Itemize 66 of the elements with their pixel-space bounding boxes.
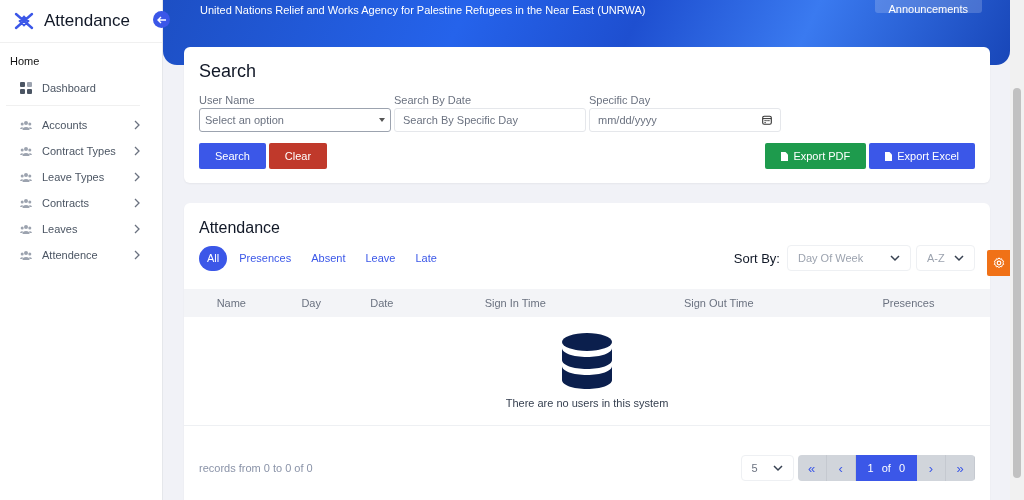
column-header: Sign In Time	[419, 289, 611, 317]
input-field[interactable]: Search By Specific Day	[394, 108, 586, 132]
nav-item[interactable]: Contracts	[0, 190, 162, 216]
filter-tab[interactable]: Absent	[303, 245, 354, 271]
users-icon	[20, 224, 32, 234]
users-icon	[20, 146, 32, 156]
settings-button[interactable]	[987, 250, 1010, 276]
action-button[interactable]: Clear	[268, 143, 328, 169]
chevron-down-icon	[772, 463, 783, 473]
logo-icon	[14, 11, 34, 31]
nav-item[interactable]: Leave Types	[0, 164, 162, 190]
card-title: Attendance	[198, 219, 281, 237]
first-page-button[interactable]: «	[797, 455, 827, 481]
users-icon	[20, 250, 32, 260]
column-header: Name	[184, 289, 279, 317]
announcements-button[interactable]: Announcements	[874, 0, 982, 13]
nav-item[interactable]: Dashboard	[0, 75, 162, 101]
nav-item[interactable]: Leaves	[0, 216, 162, 242]
app-title: Attendance	[44, 11, 130, 31]
total-pages: 0	[898, 462, 905, 474]
file-icon	[885, 151, 893, 161]
empty-message: There are no users in this system	[505, 397, 669, 409]
arrow-left-icon	[156, 14, 167, 25]
last-page-button[interactable]: »	[946, 455, 975, 481]
users-icon	[20, 198, 32, 208]
chevron-down-icon	[954, 253, 964, 263]
field-label: Search By Date	[394, 94, 473, 106]
nav-item[interactable]: Attendence	[0, 242, 162, 268]
section-label: Home	[9, 54, 41, 69]
card-title: Search	[199, 61, 258, 82]
column-header: Day	[278, 289, 344, 317]
users-icon	[20, 120, 32, 130]
filter-tab[interactable]: Presences	[231, 245, 300, 271]
sort-label: Sort By:	[733, 250, 780, 266]
filter-tab[interactable]: Late	[407, 245, 445, 271]
records-summary: records from 0 to 0 of 0	[199, 462, 313, 474]
caret-icon	[379, 118, 385, 122]
current-page: 1	[867, 462, 874, 474]
previous-page-button[interactable]: ‹	[826, 455, 856, 481]
column-header: Presences	[827, 289, 990, 317]
field-label: Specific Day	[589, 94, 652, 106]
select-field[interactable]: Select an option	[199, 108, 391, 132]
chevron-down-icon	[890, 253, 900, 263]
column-header: Date	[343, 289, 420, 317]
export-button[interactable]: Export PDF	[765, 143, 867, 169]
field-label: User Name	[199, 94, 256, 106]
file-icon	[781, 151, 789, 161]
action-button[interactable]: Search	[199, 143, 266, 169]
page-of-label: of	[881, 462, 891, 474]
dashboard-icon	[20, 82, 32, 94]
settings-icon[interactable]	[992, 257, 1005, 269]
nav-item[interactable]: Accounts	[0, 112, 162, 138]
filter-tab[interactable]: Leave	[357, 245, 404, 271]
collapse-button[interactable]	[153, 11, 170, 28]
users-icon	[20, 172, 32, 182]
page-size-dropdown[interactable]: 5	[740, 455, 794, 481]
column-header: Sign Out Time	[610, 289, 827, 317]
calendar-icon	[762, 115, 772, 125]
database-icon	[562, 333, 612, 389]
date-field[interactable]: mm/dd/yyyy	[589, 108, 781, 132]
scrollbar-thumb[interactable]	[1013, 88, 1021, 478]
nav-item[interactable]: Contract Types	[0, 138, 162, 164]
export-button[interactable]: Export Excel	[869, 143, 975, 169]
next-page-button[interactable]: ›	[917, 455, 946, 481]
organization-name: United Nations Relief and Works Agency for Palestine Refugees in the Near East (UNRWA)	[200, 3, 646, 16]
filter-tab[interactable]: All	[199, 245, 228, 271]
